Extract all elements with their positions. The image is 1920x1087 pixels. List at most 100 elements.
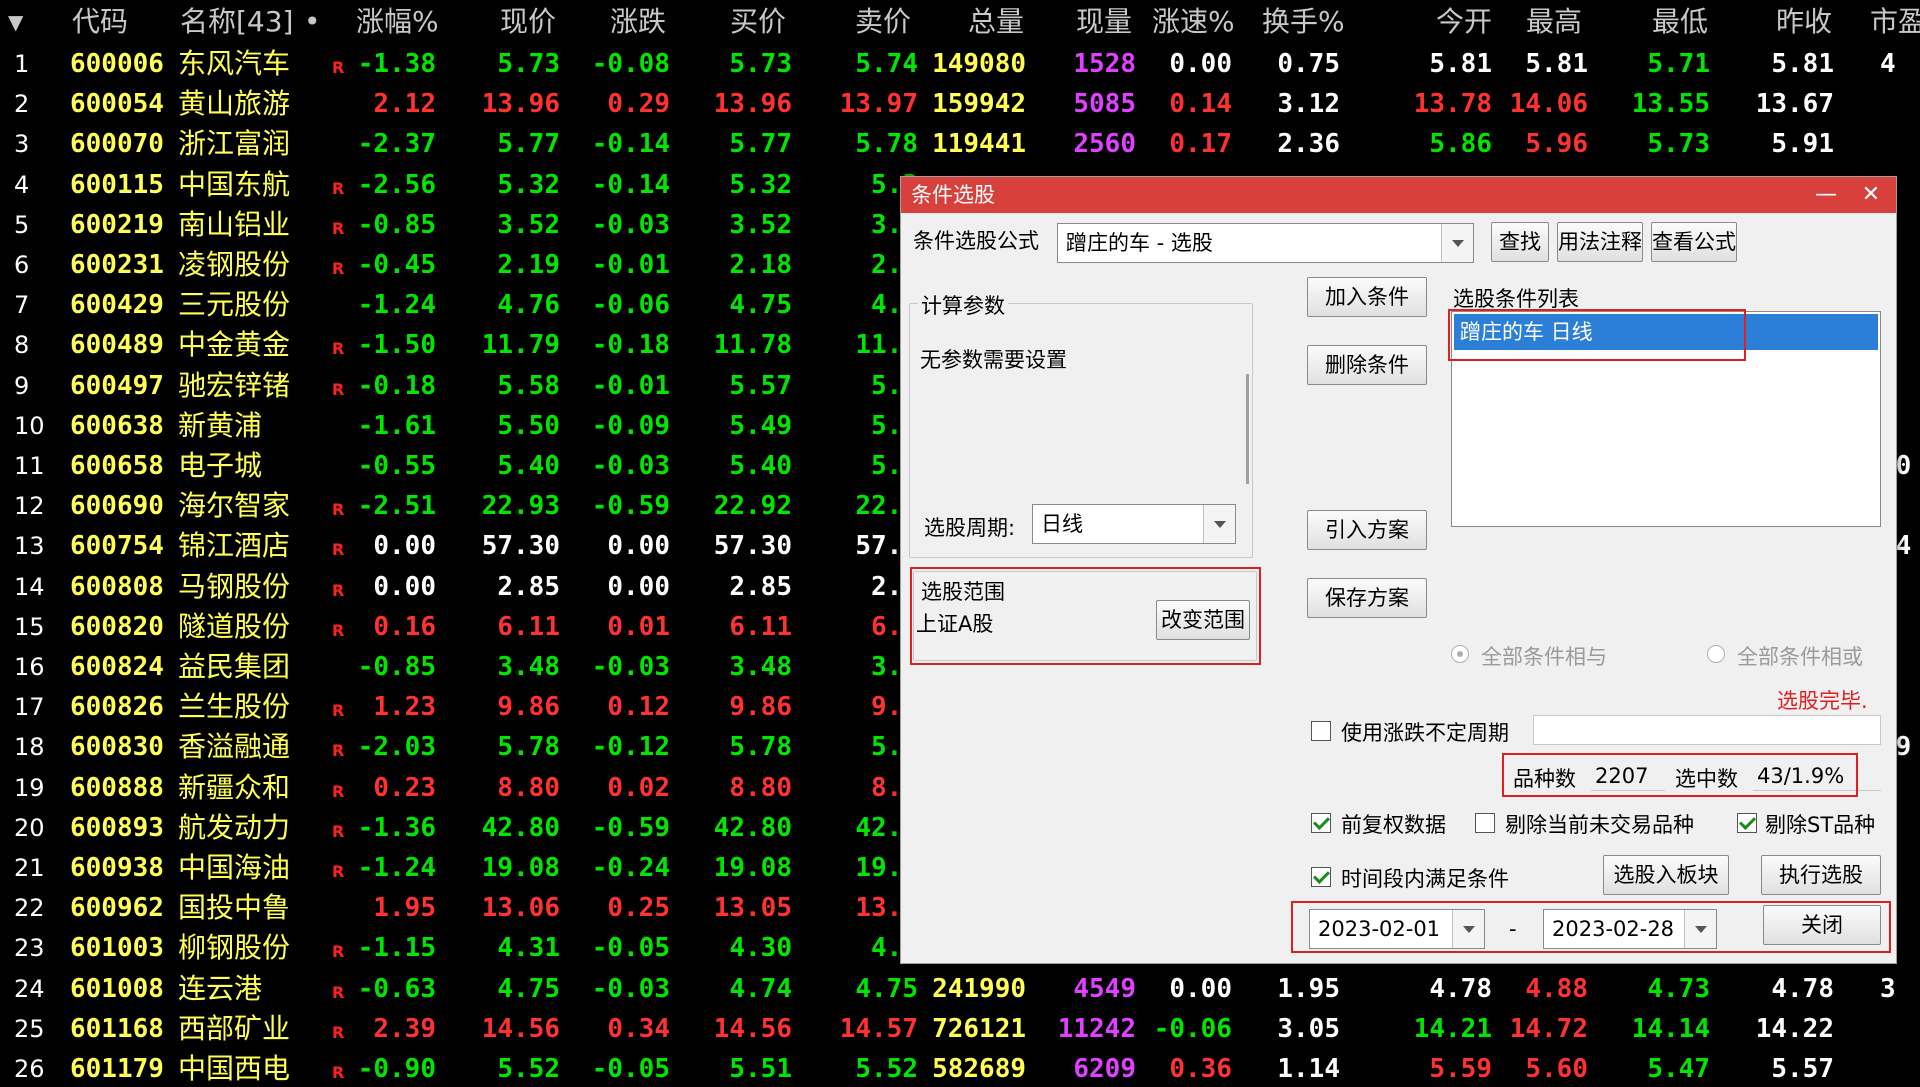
exclude-untraded-checkbox[interactable] <box>1475 813 1495 833</box>
cell-prev: 5.57 <box>1771 1054 1834 1084</box>
table-row[interactable]: 1 600006 东风汽车 R -1.38 5.73 -0.08 5.73 5.74 149080… <box>0 44 1920 84</box>
cell-name: 新疆众和 <box>178 770 291 804</box>
dialog-titlebar[interactable]: 条件选股 — ✕ <box>901 177 1896 213</box>
table-row[interactable]: 3 600070 浙江富润 -2.37 5.77 -0.14 5.77 5.78 119441 2… <box>0 124 1920 164</box>
column-header[interactable]: 现量 <box>1076 0 1132 44</box>
close-icon[interactable]: ✕ <box>1851 177 1891 213</box>
cell-prev: 14.22 <box>1755 1013 1834 1044</box>
column-header[interactable]: 涨跌 <box>610 0 666 44</box>
cell-idx: 12 <box>14 492 45 521</box>
import-scheme-button[interactable]: 引入方案 <box>1307 510 1427 550</box>
cell-pct: -0.63 <box>357 973 436 1004</box>
add-condition-button[interactable]: 加入条件 <box>1307 277 1427 317</box>
chevron-down-icon[interactable] <box>1441 224 1473 262</box>
column-header[interactable]: 换手% <box>1262 0 1345 44</box>
cell-open: 5.81 <box>1429 49 1492 79</box>
column-header[interactable]: 最低 <box>1652 0 1708 44</box>
add-to-block-button[interactable]: 选股入板块 <box>1603 855 1729 895</box>
adjust-checkbox[interactable] <box>1311 813 1331 833</box>
time-period-checkbox[interactable] <box>1311 867 1331 887</box>
minimize-icon[interactable]: — <box>1806 177 1846 213</box>
cell-code: 600824 <box>70 652 164 682</box>
params-scrollbar[interactable] <box>1246 374 1249 484</box>
cell-bid: 5.49 <box>729 410 792 441</box>
cell-cur: 6209 <box>1073 1054 1136 1084</box>
cell-vol: 119441 <box>932 129 1026 160</box>
cell-price: 4.31 <box>497 933 560 964</box>
column-header[interactable]: 买价 <box>730 0 786 44</box>
cell-idx: 6 <box>14 251 30 279</box>
cell-code: 600754 <box>70 531 164 562</box>
usage-notes-button[interactable]: 用法注释 <box>1557 222 1643 262</box>
cell-chg: -0.06 <box>591 290 670 321</box>
cell-chg: 0.29 <box>607 89 670 120</box>
cell-name: 浙江富润 <box>178 127 291 161</box>
cell-prev: 5.91 <box>1771 129 1834 160</box>
column-header[interactable]: 卖价 <box>855 0 911 44</box>
all-or-label: 全部条件相或 <box>1737 645 1863 669</box>
cell-chg: -0.05 <box>591 933 670 964</box>
run-screen-button[interactable]: 执行选股 <box>1761 855 1881 895</box>
cell-code: 600497 <box>70 370 164 401</box>
cell-name: 航发动力 <box>178 810 291 844</box>
cell-code: 601008 <box>70 973 164 1004</box>
column-header[interactable]: 代码 <box>72 0 128 44</box>
cell-spd: 0.00 <box>1169 49 1232 79</box>
cell-low: 5.73 <box>1647 129 1710 160</box>
column-header[interactable]: 现价 <box>500 0 556 44</box>
cell-prev: 4.78 <box>1771 973 1834 1004</box>
column-header[interactable]: 市盈 <box>1870 0 1920 44</box>
cell-prev: 5.81 <box>1771 49 1834 79</box>
column-header[interactable]: 名称[43] <box>180 0 293 44</box>
cell-pct: -0.18 <box>357 370 436 401</box>
column-header[interactable]: 涨速% <box>1152 0 1235 44</box>
all-or-radio[interactable] <box>1707 645 1725 663</box>
column-header[interactable]: 涨幅% <box>356 0 439 44</box>
column-header[interactable]: 总量 <box>968 0 1024 44</box>
uncertain-period-checkbox[interactable] <box>1311 721 1331 741</box>
exclude-st-checkbox[interactable] <box>1737 813 1757 833</box>
cell-bid: 4.75 <box>729 290 792 321</box>
cell-code: 600690 <box>70 491 164 522</box>
column-header[interactable]: 最高 <box>1526 0 1582 44</box>
all-and-label: 全部条件相与 <box>1481 645 1607 669</box>
period-select[interactable]: 日线 <box>1032 504 1236 544</box>
cell-name: 电子城 <box>178 449 263 482</box>
uncertain-period-field[interactable] <box>1533 715 1881 745</box>
cell-code: 600231 <box>70 250 164 280</box>
cell-bid: 4.74 <box>729 973 792 1004</box>
column-header[interactable]: 今开 <box>1436 0 1492 44</box>
cell-high: 5.96 <box>1525 129 1588 160</box>
view-formula-button[interactable]: 查看公式 <box>1651 222 1737 262</box>
all-and-radio[interactable] <box>1451 645 1469 663</box>
cell-idx: 2 <box>14 90 30 119</box>
delete-condition-button[interactable]: 删除条件 <box>1307 345 1427 385</box>
table-row[interactable]: 25 601168 西部矿业 R 2.39 14.56 0.34 14.56 14.57 7261… <box>0 1009 1920 1049</box>
cell-idx: 17 <box>14 693 45 722</box>
cell-price: 5.77 <box>497 129 560 160</box>
find-button[interactable]: 查找 <box>1491 222 1549 262</box>
column-header[interactable]: • <box>304 0 321 44</box>
formula-select[interactable]: 蹭庄的车 - 选股 <box>1057 223 1474 263</box>
cell-idx: 21 <box>14 854 45 882</box>
cell-spd: 0.36 <box>1169 1054 1232 1084</box>
cell-cur: 5085 <box>1073 89 1136 120</box>
cell-code: 600888 <box>70 772 164 803</box>
cell-price: 3.48 <box>497 652 560 682</box>
table-row[interactable]: 24 601008 连云港 R -0.63 4.75 -0.03 4.74 4.75 241990… <box>0 969 1920 1009</box>
cell-pct: -0.85 <box>357 209 436 240</box>
table-row[interactable]: 2 600054 黄山旅游 2.12 13.96 0.29 13.96 13.97 159942… <box>0 84 1920 124</box>
cell-name: 南山铝业 <box>178 207 291 241</box>
sort-down-icon[interactable]: ▼ <box>8 0 23 44</box>
formula-value: 蹭庄的车 - 选股 <box>1066 231 1213 255</box>
chevron-down-icon[interactable] <box>1203 505 1235 543</box>
cell-code: 600830 <box>70 732 164 763</box>
cell-pct: -1.38 <box>357 49 436 79</box>
cell-name: 凌钢股份 <box>178 248 291 281</box>
column-header[interactable]: 昨收 <box>1776 0 1832 44</box>
cell-code: 600808 <box>70 571 164 602</box>
cell-vol: 582689 <box>932 1054 1026 1084</box>
cell-chg: -0.18 <box>591 330 670 361</box>
save-scheme-button[interactable]: 保存方案 <box>1307 578 1427 618</box>
table-row[interactable]: 26 601179 中国西电 R -0.90 5.52 -0.05 5.51 5.52 58268… <box>0 1049 1920 1087</box>
